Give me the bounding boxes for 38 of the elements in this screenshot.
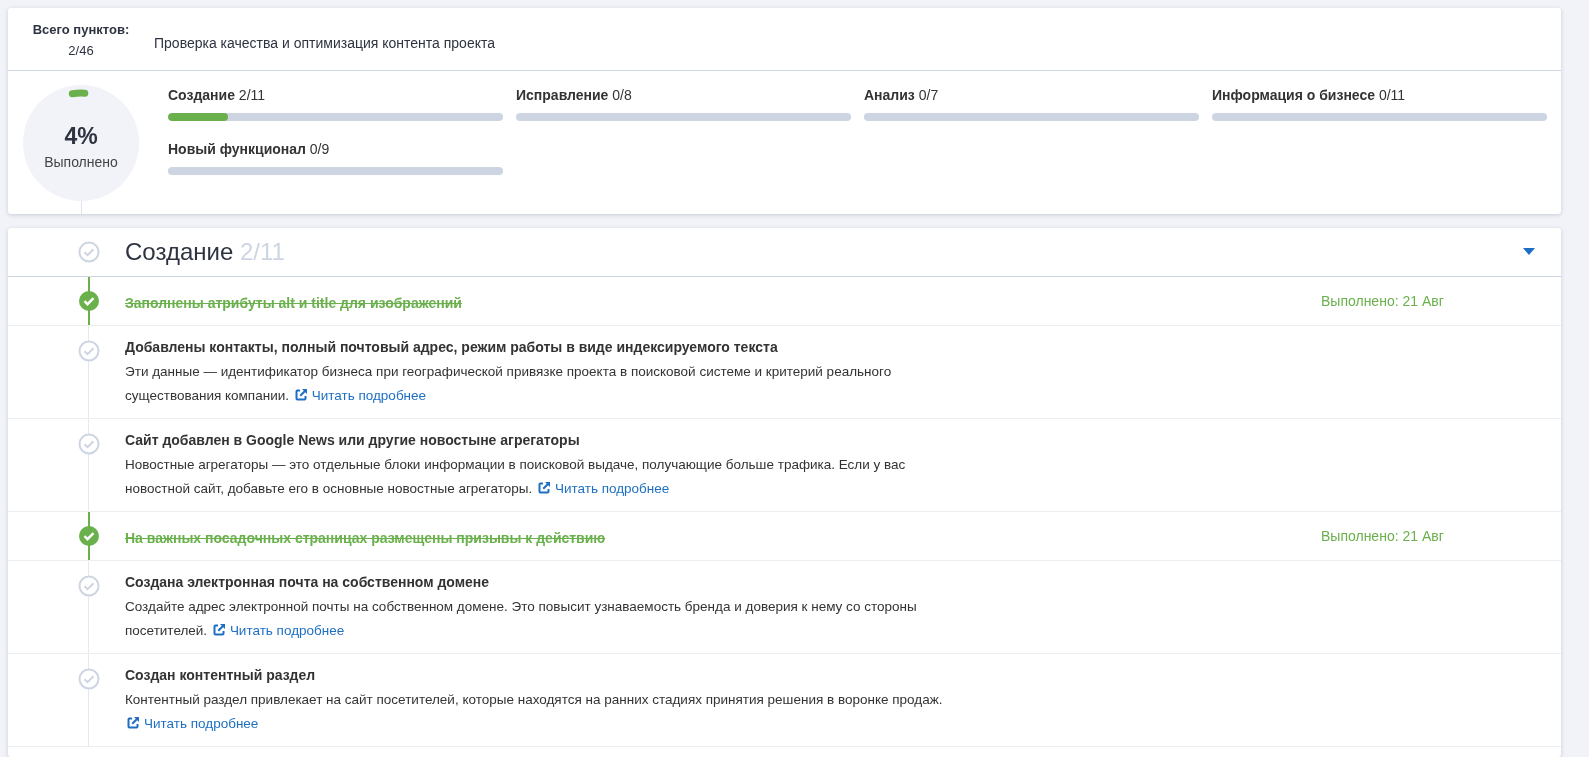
total-label: Всего пунктов: xyxy=(31,22,131,37)
percent-value: 4% xyxy=(64,122,98,150)
category-label: Новый функционал 0/9 xyxy=(168,141,331,157)
item-title: Заполнены атрибуты alt и title для изображений xyxy=(125,294,463,311)
category-label: Информация о бизнесе 0/11 xyxy=(1212,87,1407,103)
percent-label: Выполнено xyxy=(44,153,118,170)
item-description: Новостные агрегаторы — это отдельные блоки информации в поисковой выдаче, получающие больше трафика. Если у вас новостной сайт, добавьте его в основные новостные агрегаторы. Читать подробнее xyxy=(125,456,907,498)
check-circle-icon xyxy=(77,241,100,263)
item-title: Создан контентный раздел xyxy=(125,667,317,683)
check-circle-icon[interactable] xyxy=(77,525,100,547)
item-title: Добавлены контакты, полный почтовый адрес, режим работы в виде индексируемого текста xyxy=(125,339,779,355)
item-description: Эти данные — идентификатор бизнеса при географической привязке проекта в поисковой системе и критерий реального существования компании. Читать подробнее xyxy=(125,363,893,405)
read-more-link[interactable]: Читать подробнее xyxy=(537,481,670,496)
read-more-link[interactable]: Читать подробнее xyxy=(127,716,259,731)
external-link-icon[interactable] xyxy=(127,717,139,729)
category-label: Создание 2/11 xyxy=(168,87,267,103)
caret-icon[interactable] xyxy=(1523,248,1535,256)
check-circle-icon[interactable] xyxy=(77,575,100,597)
read-more-link[interactable]: Читать подробнее xyxy=(294,388,427,403)
check-circle-icon[interactable] xyxy=(77,668,100,690)
category-label: Анализ 0/7 xyxy=(864,87,940,103)
item-description: Создайте адрес электронной почты на собственном домене. Это повысит узнаваемость бренда и доверия к нему со стороны посетителей. Читать подробнее xyxy=(125,598,918,640)
check-circle-icon[interactable] xyxy=(77,433,100,455)
project-title: Проверка качества и оптимизация контента проекта xyxy=(154,35,495,51)
category-label: Исправление 0/8 xyxy=(516,87,633,103)
total-value: 2/46 xyxy=(67,43,95,58)
item-title: На важных посадочных страницах размещены призывы к действию xyxy=(125,529,607,546)
external-link-icon[interactable] xyxy=(537,482,550,494)
item-description: Контентный раздел привлекает на сайт посетителей, которые находятся на ранних стадиях принятия решения в воронке продаж. Читать подробнее xyxy=(125,691,944,733)
external-link-icon[interactable] xyxy=(294,389,307,401)
completion-status: Выполнено: 21 Авг xyxy=(1321,293,1445,309)
item-title: Сайт добавлен в Google News или другие новостыне агрегаторы xyxy=(125,432,581,448)
check-circle-icon[interactable] xyxy=(77,340,100,362)
external-link-icon[interactable] xyxy=(212,624,225,636)
item-title: Создана электронная почта на собственном домене xyxy=(125,574,491,590)
completion-status: Выполнено: 21 Авг xyxy=(1321,528,1445,544)
check-circle-icon[interactable] xyxy=(77,290,100,312)
read-more-link[interactable]: Читать подробнее xyxy=(212,623,345,638)
